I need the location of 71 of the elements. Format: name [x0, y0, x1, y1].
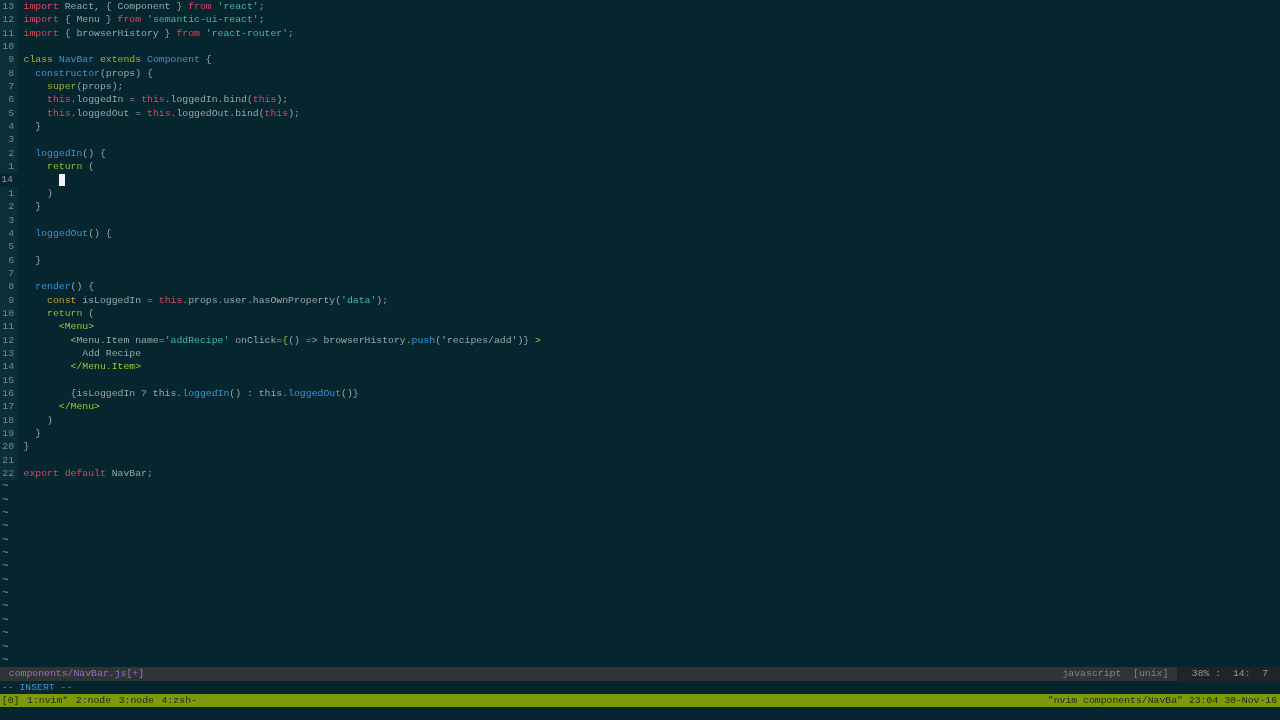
code-line: import React, { Component } from 'react'; [23, 0, 265, 14]
line-number: 13 [0, 0, 18, 14]
empty-line-marker: ~ [0, 493, 9, 508]
line-number: 10 [0, 40, 18, 54]
code-line: constructor(props) { [34, 66, 153, 81]
session-label: [0] [0, 693, 20, 708]
tmux-status-text: "nvim components/NavBa" 23:04 30-Nov-16 [1047, 693, 1278, 708]
code-line: } [34, 253, 42, 267]
code-line: ) [46, 186, 53, 201]
empty-line-marker: ~ [0, 613, 9, 628]
code-line: ) [46, 413, 53, 427]
code-line: class NavBar extends Component { [23, 53, 212, 67]
code-line: loggedIn() { [34, 146, 106, 161]
code-line: this.loggedOut = this.loggedOut.bind(this); [46, 106, 300, 121]
empty-line-marker: ~ [0, 547, 9, 561]
line-number: 8 [0, 280, 18, 294]
code-line: return ( [46, 306, 95, 321]
tmux-window-tab[interactable]: 2:node [74, 693, 112, 708]
line-number: 2 [0, 200, 18, 214]
code-line: import { browserHistory } from 'react-router'; [23, 26, 294, 41]
code-line: loggedOut() { [34, 226, 112, 241]
code-line: </Menu.Item> [69, 360, 142, 374]
code-line: const isLoggedIn = this.props.user.hasOwnProperty('data'); [46, 293, 389, 307]
file-name: components/NavBar.js[+] [7, 667, 145, 681]
empty-line-marker: ~ [0, 560, 9, 574]
empty-line-marker: ~ [0, 507, 9, 521]
line-number: 6 [0, 93, 18, 107]
line-number: 14 [0, 360, 18, 374]
empty-line-marker: ~ [0, 520, 9, 534]
filetype: javascript [1062, 667, 1123, 681]
code-line: render() { [34, 280, 95, 294]
code-line: } [34, 427, 42, 441]
code-line: } [34, 200, 42, 214]
line-number: 11 [0, 320, 18, 334]
cursor-position: 38% : 14: 7 [1177, 667, 1280, 681]
tmux-window-tab[interactable]: 3:node [116, 693, 154, 708]
line-number: 7 [0, 80, 18, 94]
code-line: import { Menu } from 'semantic-ui-react'; [23, 13, 265, 27]
empty-line-marker: ~ [0, 653, 9, 668]
line-number: 22 [0, 467, 18, 481]
tmux-window-tab[interactable]: 4:zsh- [159, 693, 197, 708]
empty-line-marker: ~ [0, 627, 9, 641]
line-number: 19 [0, 427, 18, 441]
empty-line-marker: ~ [0, 600, 9, 614]
code-line: export default NavBar; [23, 467, 153, 481]
line-number: 1 [0, 160, 18, 174]
code-line: this.loggedIn = this.loggedIn.bind(this); [46, 93, 289, 107]
line-number: 12 [0, 13, 18, 27]
line-number: 17 [0, 400, 18, 414]
empty-line-marker: ~ [0, 533, 9, 548]
line-number: 20 [0, 440, 18, 454]
line-number: 5 [0, 240, 18, 254]
empty-line-marker: ~ [0, 573, 9, 588]
code-line: <Menu> [57, 320, 95, 334]
file-format: [unix] [1133, 667, 1170, 681]
code-line: } [23, 440, 30, 454]
line-number: 3 [0, 133, 18, 147]
code-line: </Menu> [57, 400, 100, 414]
line-number: 4 [0, 120, 18, 134]
empty-line-marker: ~ [0, 587, 9, 601]
tmux-window-tab[interactable]: 1:nvim* [25, 693, 69, 708]
code-line: Add Recipe [81, 346, 142, 361]
code-line: super(props); [46, 80, 124, 94]
empty-line-marker: ~ [0, 640, 9, 654]
mode-indicator: -- INSERT -- [0, 680, 73, 694]
code-line: } [34, 120, 42, 134]
empty-line-marker: ~ [0, 480, 9, 494]
code-line: return ( [46, 160, 95, 174]
code-line: <Menu.Item name='addRecipe' onClick={() => browserHistory.push('recipes/add')} > [69, 333, 541, 347]
code-line: {isLoggedIn ? this.loggedIn() : this.loggedOut()} [69, 386, 359, 401]
line-number: 9 [0, 53, 18, 67]
